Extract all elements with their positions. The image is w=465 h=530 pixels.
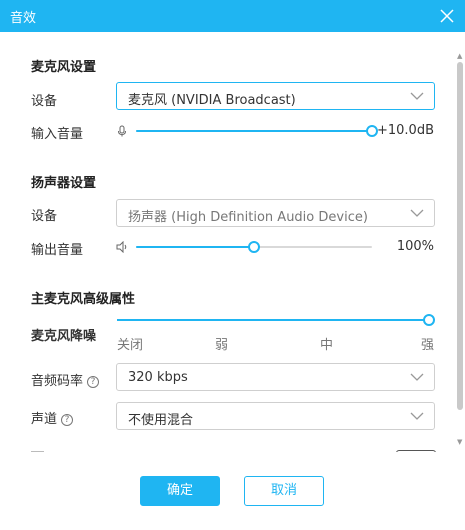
mic-volume-fill <box>136 130 372 132</box>
bitrate-value: 320 kbps <box>128 370 188 385</box>
noise-suppression-label: 麦克风降噪 <box>31 329 97 344</box>
speaker-volume-thumb[interactable] <box>248 241 260 253</box>
window-title: 音效 <box>10 11 37 26</box>
channel-select[interactable]: 不使用混合 <box>116 402 435 430</box>
speaker-volume-label: 输出音量 <box>31 243 84 258</box>
scroll-down-icon[interactable]: ▼ <box>457 438 462 446</box>
mic-device-value: 麦克风 (NVIDIA Broadcast) <box>128 93 296 108</box>
mic-volume-label: 输入音量 <box>31 127 84 142</box>
bitrate-select[interactable]: 320 kbps <box>116 363 435 391</box>
help-icon[interactable]: ? <box>87 376 100 388</box>
noise-suppression-thumb[interactable] <box>423 314 435 326</box>
advanced-title: 主麦克风高级属性 <box>31 292 136 307</box>
noise-suppression-slider[interactable] <box>117 313 435 327</box>
speaker-volume-value: 100% <box>396 239 434 254</box>
mic-device-select[interactable]: 麦克风 (NVIDIA Broadcast) <box>116 82 435 110</box>
speaker-device-value: 扬声器 (High Definition Audio Device) <box>128 210 368 225</box>
mic-volume-value: +10.0dB <box>376 123 434 138</box>
chevron-down-icon <box>410 412 424 420</box>
scrollbar[interactable]: ▲ ▼ <box>456 52 465 452</box>
noise-level-medium: 中 <box>320 338 334 353</box>
dialog-footer: 确定 取消 <box>0 452 465 530</box>
scroll-up-icon[interactable]: ▲ <box>457 52 462 60</box>
mic-settings-title: 麦克风设置 <box>31 60 97 75</box>
noise-level-off: 关闭 <box>117 338 144 353</box>
speaker-settings-title: 扬声器设置 <box>31 176 97 191</box>
channel-value: 不使用混合 <box>128 413 194 428</box>
scrollbar-thumb[interactable] <box>457 62 463 410</box>
microphone-icon <box>118 125 126 137</box>
help-icon[interactable]: ? <box>61 414 74 426</box>
mic-volume-slider[interactable] <box>136 124 378 138</box>
cancel-button[interactable]: 取消 <box>244 476 324 506</box>
settings-content: 麦克风设置 设备 麦克风 (NVIDIA Broadcast) 输入音量 +10… <box>0 32 456 452</box>
noise-level-weak: 弱 <box>215 338 229 353</box>
bitrate-label: 音频码率? <box>31 370 100 389</box>
noise-suppression-fill <box>117 319 429 321</box>
noise-level-strong: 强 <box>421 338 435 353</box>
chevron-down-icon <box>410 92 424 100</box>
confirm-button[interactable]: 确定 <box>140 476 220 506</box>
speaker-volume-fill <box>136 246 254 248</box>
speaker-device-label: 设备 <box>31 209 58 224</box>
close-icon[interactable] <box>437 6 457 26</box>
title-bar: 音效 <box>0 0 465 32</box>
chevron-down-icon <box>410 209 424 217</box>
speaker-volume-slider[interactable] <box>136 240 372 254</box>
speaker-device-select[interactable]: 扬声器 (High Definition Audio Device) <box>116 199 435 227</box>
speaker-icon <box>116 241 127 253</box>
channel-label: 声道? <box>31 408 74 427</box>
mic-device-label: 设备 <box>31 94 58 109</box>
chevron-down-icon <box>410 373 424 381</box>
